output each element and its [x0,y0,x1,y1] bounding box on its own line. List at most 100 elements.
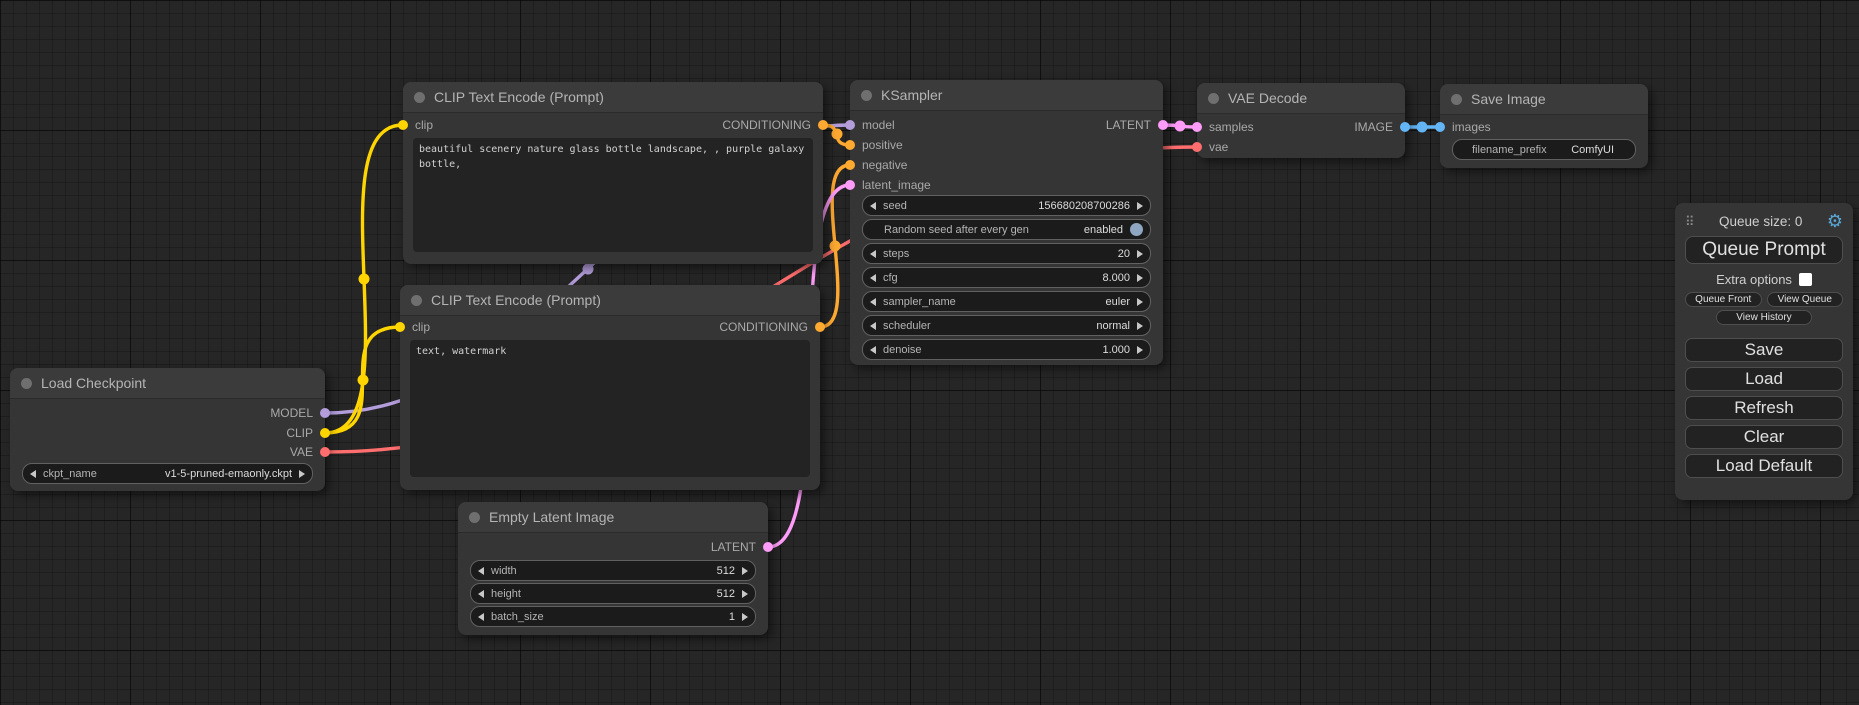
node-title-bar[interactable]: Save Image [1440,84,1648,115]
node-title-bar[interactable]: CLIP Text Encode (Prompt) [400,285,820,316]
node-title-bar[interactable]: Load Checkpoint [10,368,325,399]
collapse-dot-icon[interactable] [1208,93,1219,104]
settings-gear-icon[interactable]: ⚙ [1827,212,1843,230]
node-title-bar[interactable]: CLIP Text Encode (Prompt) [403,82,823,113]
image-port-dot[interactable] [1400,122,1410,132]
increment-arrow-icon[interactable] [1137,346,1143,354]
increment-arrow-icon[interactable] [1137,250,1143,258]
node-vae-decode[interactable]: VAE Decode samples vae IMAGE [1197,83,1405,158]
node-empty-latent-image[interactable]: Empty Latent Image LATENT width 512 heig… [458,502,768,635]
output-port-model[interactable]: MODEL [270,405,330,421]
input-port-vae[interactable]: vae [1192,139,1228,155]
decrement-arrow-icon[interactable] [870,298,876,306]
increment-arrow-icon[interactable] [1137,322,1143,330]
widget-scheduler[interactable]: scheduler normal [862,315,1151,336]
clip-port-dot[interactable] [395,322,405,332]
model-port-dot[interactable] [845,120,855,130]
clip-port-dot[interactable] [320,428,330,438]
increment-arrow-icon[interactable] [1137,274,1143,282]
node-save-image[interactable]: Save Image images filename_prefix ComfyU… [1440,84,1648,168]
widget-cfg[interactable]: cfg 8.000 [862,267,1151,288]
positive-prompt-textarea[interactable]: beautiful scenery nature glass bottle la… [413,138,813,252]
widget-steps[interactable]: steps 20 [862,243,1151,264]
decrement-arrow-icon[interactable] [478,590,484,598]
latent-port-dot[interactable] [763,542,773,552]
widget-denoise[interactable]: denoise 1.000 [862,339,1151,360]
decrement-arrow-icon[interactable] [870,274,876,282]
collapse-dot-icon[interactable] [414,92,425,103]
node-title-bar[interactable]: Empty Latent Image [458,502,768,533]
negative-prompt-textarea[interactable]: text, watermark [410,340,810,477]
increment-arrow-icon[interactable] [742,590,748,598]
model-port-dot[interactable] [320,408,330,418]
widget-width[interactable]: width 512 [470,560,756,581]
queue-front-button[interactable]: Queue Front [1685,292,1762,307]
clip-port-dot[interactable] [398,120,408,130]
view-queue-button[interactable]: View Queue [1767,292,1844,307]
latent-port-dot[interactable] [1158,120,1168,130]
widget-filename-prefix[interactable]: filename_prefix ComfyUI [1452,139,1636,160]
conditioning-port-dot[interactable] [845,140,855,150]
vae-port-dot[interactable] [320,447,330,457]
input-port-negative[interactable]: negative [845,157,907,173]
decrement-arrow-icon[interactable] [30,470,36,478]
node-title-bar[interactable]: VAE Decode [1197,83,1405,114]
view-history-button[interactable]: View History [1716,310,1812,325]
node-clip-text-encode-positive[interactable]: CLIP Text Encode (Prompt) clip CONDITION… [403,82,823,264]
output-port-clip[interactable]: CLIP [286,425,330,441]
conditioning-port-dot[interactable] [845,160,855,170]
widget-sampler-name[interactable]: sampler_name euler [862,291,1151,312]
collapse-dot-icon[interactable] [21,378,32,389]
increment-arrow-icon[interactable] [742,567,748,575]
input-port-positive[interactable]: positive [845,137,903,153]
output-port-conditioning[interactable]: CONDITIONING [722,117,828,133]
save-button[interactable]: Save [1685,338,1843,362]
decrement-arrow-icon[interactable] [870,202,876,210]
widget-height[interactable]: height 512 [470,583,756,604]
collapse-dot-icon[interactable] [411,295,422,306]
increment-arrow-icon[interactable] [742,613,748,621]
conditioning-port-dot[interactable] [818,120,828,130]
load-button[interactable]: Load [1685,367,1843,391]
widget-batch-size[interactable]: batch_size 1 [470,606,756,627]
toggle-icon[interactable] [1130,223,1143,236]
input-port-clip[interactable]: clip [395,319,430,335]
decrement-arrow-icon[interactable] [870,322,876,330]
clear-button[interactable]: Clear [1685,425,1843,449]
drag-handle-icon[interactable]: ⠿ [1685,215,1695,228]
node-title-bar[interactable]: KSampler [850,80,1163,111]
input-port-model[interactable]: model [845,117,895,133]
image-port-dot[interactable] [1435,122,1445,132]
latent-port-dot[interactable] [845,180,855,190]
increment-arrow-icon[interactable] [299,470,305,478]
input-port-clip[interactable]: clip [398,117,433,133]
collapse-dot-icon[interactable] [1451,94,1462,105]
input-port-latent-image[interactable]: latent_image [845,177,931,193]
load-default-button[interactable]: Load Default [1685,454,1843,478]
output-port-latent[interactable]: LATENT [711,539,773,555]
output-port-vae[interactable]: VAE [290,444,330,460]
vae-port-dot[interactable] [1192,142,1202,152]
widget-seed[interactable]: seed 156680208700286 [862,195,1151,216]
decrement-arrow-icon[interactable] [478,613,484,621]
decrement-arrow-icon[interactable] [870,346,876,354]
refresh-button[interactable]: Refresh [1685,396,1843,420]
latent-port-dot[interactable] [1192,122,1202,132]
extra-options-checkbox[interactable] [1799,273,1812,286]
collapse-dot-icon[interactable] [861,90,872,101]
node-load-checkpoint[interactable]: Load Checkpoint MODEL CLIP VAE ckpt_name… [10,368,325,491]
output-port-latent[interactable]: LATENT [1106,117,1168,133]
increment-arrow-icon[interactable] [1137,298,1143,306]
widget-random-seed-toggle[interactable]: Random seed after every gen enabled [862,219,1151,240]
queue-prompt-button[interactable]: Queue Prompt [1685,236,1843,264]
node-clip-text-encode-negative[interactable]: CLIP Text Encode (Prompt) clip CONDITION… [400,285,820,490]
collapse-dot-icon[interactable] [469,512,480,523]
conditioning-port-dot[interactable] [815,322,825,332]
input-port-images[interactable]: images [1435,119,1491,135]
output-port-conditioning[interactable]: CONDITIONING [719,319,825,335]
input-port-samples[interactable]: samples [1192,119,1254,135]
output-port-image[interactable]: IMAGE [1354,119,1410,135]
decrement-arrow-icon[interactable] [870,250,876,258]
increment-arrow-icon[interactable] [1137,202,1143,210]
widget-ckpt-name[interactable]: ckpt_name v1-5-pruned-emaonly.ckpt [22,463,313,484]
